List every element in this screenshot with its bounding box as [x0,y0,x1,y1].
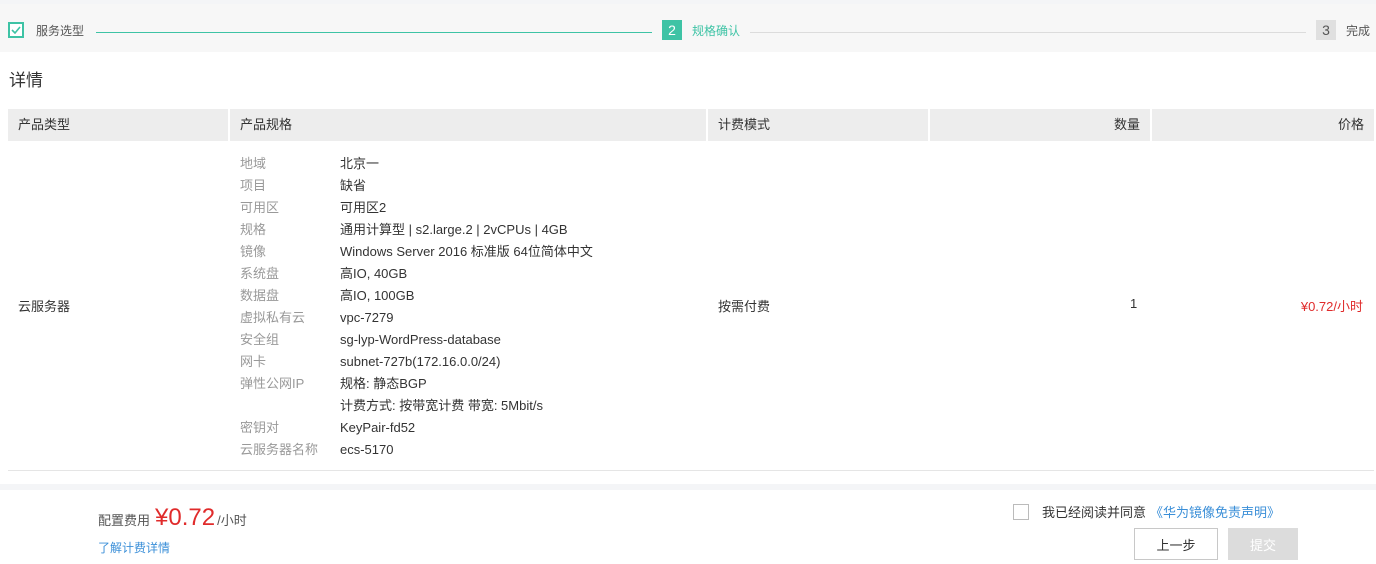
spec-row: 系统盘 高IO, 40GB [240,263,593,285]
fee-amount: ¥0.72 [155,504,216,531]
spec-key: 地域 [240,156,267,171]
agree-checkbox[interactable] [1013,503,1029,520]
col-product-type: 产品类型 [8,109,230,141]
table-row: 云服务器 地域 北京一项目 缺省可用区 可用区2 规格 通用计算型 | s2.large.… [8,141,1374,471]
spec-row: 安全组 sg-lyp-WordPress-database [240,329,593,351]
spec-value: ecs-5170 [340,442,394,457]
step-label: 完成 [1346,23,1371,38]
section-title: 详情 [9,71,43,90]
spec-key: 项目 [240,178,267,193]
progress-stepper: 服务选型 2 规格确认 3 完成 [0,4,1376,52]
spec-value: 高IO, 40GB [340,266,408,281]
disclaimer-link[interactable]: 《华为镜像免责声明》 [1150,502,1280,521]
spec-value: subnet-727b(172.16.0.0/24) [340,354,501,369]
fee-unit: /小时 [217,513,247,528]
col-price: 价格 [1337,117,1364,132]
agreement: 我已经阅读并同意 《华为镜像免责声明》 [1013,502,1280,521]
billing-mode: 按需付费 [718,299,771,314]
step-connector-done [96,32,652,33]
config-fee: 配置费用 ¥0.72 /小时 [98,504,247,532]
step-spec-confirm: 2 规格确认 [662,19,740,41]
check-icon [8,22,24,38]
spec-value: vpc-7279 [340,310,394,325]
spec-key: 安全组 [240,332,280,347]
price: ¥0.72/小时 [1300,299,1363,314]
spec-row: 数据盘 高IO, 100GB [240,285,593,307]
spec-value: 可用区2 [340,200,387,215]
spec-key: 系统盘 [240,266,280,281]
agree-text: 我已经阅读并同意 [1042,505,1147,520]
spec-key: 云服务器名称 [240,442,319,457]
spec-value: KeyPair-fd52 [340,420,416,435]
spec-key [240,395,340,417]
spec-key: 弹性公网IP [240,376,305,391]
spec-row: 虚拟私有云 vpc-7279 [240,307,593,329]
spec-value: sg-lyp-WordPress-database [340,332,501,347]
spec-key: 镜像 [240,244,267,259]
spec-value: 高IO, 100GB [340,288,415,303]
step-label: 服务选型 [36,23,85,38]
step-number: 2 [662,20,682,40]
spec-row: 可用区 可用区2 [240,197,593,219]
spec-row: 计费方式: 按带宽计费 带宽: 5Mbit/s [240,395,593,417]
step-number: 3 [1316,20,1336,40]
spec-row: 密钥对 KeyPair-fd52 [240,417,593,439]
spec-row: 弹性公网IP 规格: 静态BGP [240,373,593,395]
product-type: 云服务器 [18,299,71,314]
fee-label: 配置费用 [98,513,151,528]
spec-row: 地域 北京一 [240,153,593,175]
step-connector-pending [750,32,1306,33]
col-billing-mode: 计费模式 [708,109,930,141]
footer-bar: 配置费用 ¥0.72 /小时 了解计费详情 我已经阅读并同意 《华为镜像免责声明… [0,490,1376,564]
spec-value: Windows Server 2016 标准版 64位简体中文 [340,244,593,259]
spec-list: 地域 北京一项目 缺省可用区 可用区2 规格 通用计算型 | s2.large.2 | 2… [240,153,593,461]
submit-button[interactable]: 提交 [1228,528,1298,560]
step-complete: 3 完成 [1316,19,1370,41]
details-panel: 详情 产品类型 产品规格 计费模式 数量 价格 云服务器 地域 北京一项目 缺省可用… [0,52,1376,484]
order-table: 产品类型 产品规格 计费模式 数量 价格 云服务器 地域 北京一 项目 缺省 可用区 可用… [8,109,1374,471]
previous-button[interactable]: 上一步 [1134,528,1218,560]
spec-key: 密钥对 [240,420,280,435]
col-product-spec: 产品规格 [230,109,708,141]
spec-value: 通用计算型 | s2.large.2 | 2vCPUs | 4GB [340,222,568,237]
spec-key: 可用区 [240,200,280,215]
spec-value: 北京一 [340,156,380,171]
spec-row: 镜像 Windows Server 2016 标准版 64位简体中文 [240,241,593,263]
spec-key: 虚拟私有云 [240,310,306,325]
pricing-details-link[interactable]: 了解计费详情 [98,539,170,556]
spec-value: 规格: 静态BGP [340,376,427,391]
spec-row: 规格 通用计算型 | s2.large.2 | 2vCPUs | 4GB [240,219,593,241]
spec-key: 规格 [240,222,267,237]
step-label: 规格确认 [692,23,741,38]
spec-row: 网卡 subnet-727b(172.16.0.0/24) [240,351,593,373]
col-quantity: 数量 [930,109,1152,141]
step-service-selection: 服务选型 [8,19,84,41]
spec-row: 云服务器名称 ecs-5170 [240,439,593,461]
spec-key: 数据盘 [240,288,280,303]
spec-key: 网卡 [240,354,267,369]
spec-row: 项目 缺省 [240,175,593,197]
quantity: 1 [1130,296,1138,311]
spec-value: 计费方式: 按带宽计费 带宽: 5Mbit/s [340,398,543,413]
spec-value: 缺省 [340,178,367,193]
table-header: 产品类型 产品规格 计费模式 数量 价格 [8,109,1374,141]
